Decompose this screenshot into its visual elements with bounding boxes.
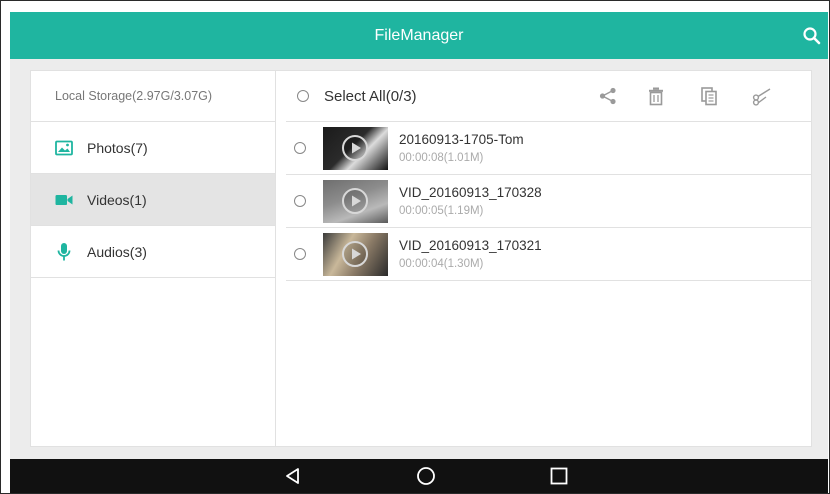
microphone-icon (55, 242, 73, 261)
video-thumbnail (323, 179, 388, 223)
file-row[interactable]: VID_20160913_170328 00:00:05(1.19M) (286, 175, 811, 228)
file-select-radio[interactable] (294, 248, 306, 260)
content-area: Local Storage(2.97G/3.07G) Photos(7) Vid… (10, 59, 828, 459)
file-name: VID_20160913_170328 (399, 184, 542, 200)
sidebar-item-label: Photos(7) (87, 139, 148, 156)
file-meta: 00:00:05(1.19M) (399, 204, 484, 217)
recents-icon[interactable] (549, 466, 569, 486)
search-icon[interactable] (802, 26, 822, 46)
file-list-pane: Select All(0/3) 20160913-1705-Tom 00:00:… (286, 71, 811, 446)
sidebar-item-label: Videos(1) (87, 191, 147, 208)
cut-icon[interactable] (752, 86, 772, 106)
file-info: VID_20160913_170321 00:00:04(1.30M) (399, 237, 542, 272)
app-window: FileManager Local Storage(2.97G/3.07G) P… (0, 0, 830, 494)
delete-icon[interactable] (646, 86, 666, 106)
play-icon (342, 240, 368, 267)
sidebar-item-videos[interactable]: Videos(1) (31, 174, 275, 226)
file-select-radio[interactable] (294, 195, 306, 207)
file-row[interactable]: VID_20160913_170321 00:00:04(1.30M) (286, 228, 811, 281)
back-icon[interactable] (283, 466, 303, 486)
home-icon[interactable] (416, 466, 436, 486)
sidebar-item-label: Audios(3) (87, 243, 147, 260)
sidebar-item-photos[interactable]: Photos(7) (31, 122, 275, 174)
sidebar-item-audios[interactable]: Audios(3) (31, 226, 275, 278)
share-icon[interactable] (598, 86, 618, 106)
file-info: 20160913-1705-Tom 00:00:08(1.01M) (399, 131, 524, 166)
play-icon (342, 187, 368, 214)
image-icon (55, 139, 73, 157)
file-name: VID_20160913_170321 (399, 237, 542, 253)
select-all-label[interactable]: Select All(0/3) (324, 88, 417, 105)
video-camera-icon (55, 191, 73, 209)
video-thumbnail (323, 126, 388, 170)
file-meta: 00:00:08(1.01M) (399, 151, 484, 164)
play-icon (342, 134, 368, 161)
app-title: FileManager (374, 27, 464, 44)
file-select-radio[interactable] (294, 142, 306, 154)
file-row[interactable]: 20160913-1705-Tom 00:00:08(1.01M) (286, 122, 811, 175)
file-meta: 00:00:04(1.30M) (399, 257, 484, 270)
copy-icon[interactable] (699, 86, 719, 106)
storage-label: Local Storage(2.97G/3.07G) (31, 71, 275, 122)
navigation-bar (10, 459, 828, 493)
file-name: 20160913-1705-Tom (399, 131, 524, 147)
file-panel: Local Storage(2.97G/3.07G) Photos(7) Vid… (30, 70, 812, 447)
file-info: VID_20160913_170328 00:00:05(1.19M) (399, 184, 542, 219)
app-header: FileManager (10, 12, 828, 59)
sidebar: Local Storage(2.97G/3.07G) Photos(7) Vid… (31, 71, 276, 446)
video-thumbnail (323, 232, 388, 276)
toolbar: Select All(0/3) (286, 71, 811, 122)
select-all-radio[interactable] (297, 90, 309, 102)
